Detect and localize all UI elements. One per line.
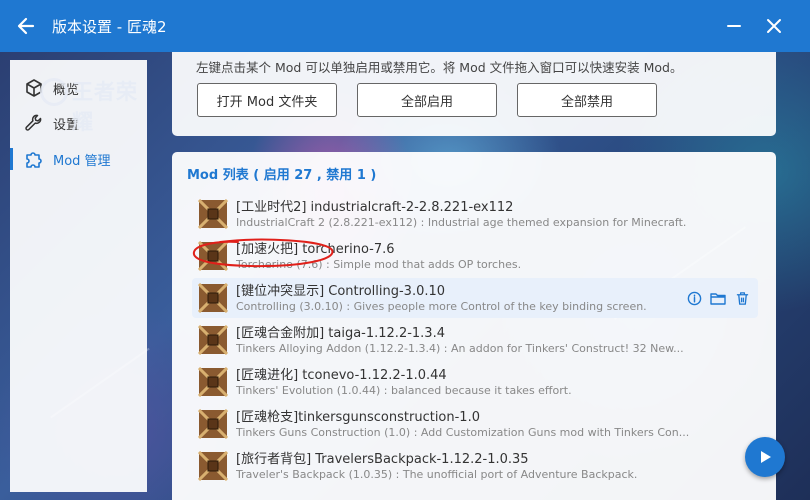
disable-all-button[interactable]: 全部禁用 [517, 83, 657, 117]
mod-name: [匠魂进化] tconevo-1.12.2-1.0.44 [236, 368, 447, 383]
list-item[interactable]: [加速火把] torcherino-7.6 Torcherino (7.6) :… [192, 236, 758, 276]
mod-name: [键位冲突显示] Controlling-3.0.10 [236, 284, 446, 299]
row-actions [686, 290, 750, 306]
mod-block-icon [198, 283, 228, 313]
sidebar-item-overview[interactable]: 概览 [10, 72, 147, 104]
sidebar-item-label: Mod 管理 [53, 153, 111, 169]
puzzle-icon [23, 148, 45, 170]
list-item[interactable]: [匠魂枪支]tinkersgunsconstruction-1.0 Tinker… [192, 404, 758, 444]
sidebar-item-label: 概览 [53, 82, 80, 98]
info-icon[interactable] [686, 290, 702, 306]
sidebar: 概览 设置 Mod 管理 王者荣耀 [10, 60, 147, 492]
mod-name: [匠魂合金附加] taiga-1.12.2-1.3.4 [236, 326, 445, 341]
mod-block-icon [198, 367, 228, 397]
mod-block-icon [198, 409, 228, 439]
cube-icon [23, 77, 45, 99]
back-button[interactable] [0, 0, 52, 52]
list-item[interactable]: [匠魂进化] tconevo-1.12.2-1.0.44 Tinkers' Ev… [192, 362, 758, 402]
mod-block-icon [198, 199, 228, 229]
mod-name: [工业时代2] industrialcraft-2-2.8.221-ex112 [236, 200, 514, 215]
list-item[interactable]: [旅行者背包] TravelersBackpack-1.12.2-1.0.35 … [192, 446, 758, 486]
mod-description: Torcherino (7.6) : Simple mod that adds … [236, 258, 522, 271]
usage-hint: 左键点击某个 Mod 可以单独启用或禁用它。将 Mod 文件拖入窗口可以快速安装… [196, 60, 683, 75]
wrench-icon [23, 112, 45, 134]
mod-list-card: Mod 列表 ( 启用 27 , 禁用 1 ) [工业时代2] industri… [172, 152, 776, 500]
sidebar-item-settings[interactable]: 设置 [10, 107, 147, 139]
list-item[interactable]: [工业时代2] industrialcraft-2-2.8.221-ex112 … [192, 194, 758, 234]
list-item[interactable]: [匠魂合金附加] taiga-1.12.2-1.3.4 Tinkers Allo… [192, 320, 758, 360]
mod-description: Tinkers' Evolution (1.0.44) : balanced b… [236, 384, 572, 397]
enable-all-button[interactable]: 全部启用 [357, 83, 497, 117]
mod-description: Tinkers Alloying Addon (1.12.2-1.3.4) : … [236, 342, 684, 355]
mod-description: Controlling (3.0.10) : Gives people more… [236, 300, 647, 313]
close-button[interactable] [754, 0, 794, 52]
mod-block-icon [198, 241, 228, 271]
mod-description: Tinkers Guns Construction (1.0) : Add Cu… [236, 426, 690, 439]
mod-name: [旅行者背包] TravelersBackpack-1.12.2-1.0.35 [236, 452, 529, 467]
trash-icon[interactable] [734, 290, 750, 306]
mod-description: IndustrialCraft 2 (2.8.221-ex112) : Indu… [236, 216, 687, 229]
mod-block-icon [198, 451, 228, 481]
mod-name: [加速火把] torcherino-7.6 [236, 242, 395, 257]
back-arrow-icon [17, 17, 35, 35]
list-item[interactable]: [键位冲突显示] Controlling-3.0.10 Controlling … [192, 278, 758, 318]
open-mod-folder-button[interactable]: 打开 Mod 文件夹 [197, 83, 337, 117]
launch-game-button[interactable] [745, 437, 785, 477]
minimize-icon [727, 25, 741, 27]
close-icon [767, 19, 781, 33]
window-title: 版本设置 - 匠魂2 [52, 17, 167, 36]
mod-block-icon [198, 325, 228, 355]
folder-icon[interactable] [710, 290, 726, 306]
mod-actions-card: 左键点击某个 Mod 可以单独启用或禁用它。将 Mod 文件拖入窗口可以快速安装… [172, 52, 776, 136]
minimize-button[interactable] [714, 0, 754, 52]
play-icon [761, 451, 771, 463]
mod-description: Traveler's Backpack (1.0.35) : The unoff… [236, 468, 638, 481]
sidebar-item-mod-management[interactable]: Mod 管理 [10, 143, 147, 175]
mod-name: [匠魂枪支]tinkersgunsconstruction-1.0 [236, 410, 480, 425]
title-bar: 版本设置 - 匠魂2 [0, 0, 810, 52]
sidebar-item-label: 设置 [53, 117, 80, 133]
mod-list-title: Mod 列表 ( 启用 27 , 禁用 1 ) [187, 168, 377, 183]
